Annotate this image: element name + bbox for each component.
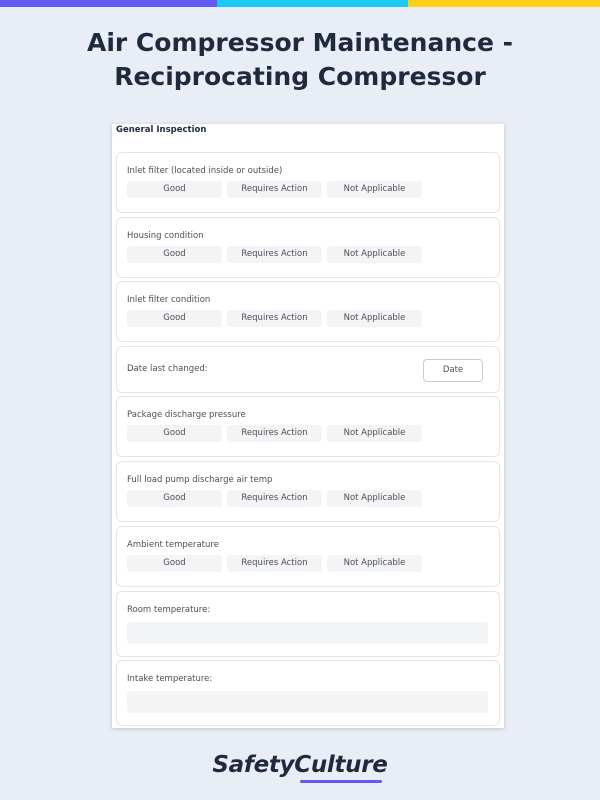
option-not-applicable[interactable]: Not Applicable (327, 310, 422, 327)
question-date-last-changed: Date last changed: Date (116, 346, 500, 393)
question-label: Room temperature: (127, 605, 211, 615)
option-good[interactable]: Good (127, 181, 222, 198)
option-not-applicable[interactable]: Not Applicable (327, 555, 422, 572)
question-package-discharge-pressure: Package discharge pressure Good Requires… (116, 396, 500, 457)
option-good[interactable]: Good (127, 246, 222, 263)
question-room-temperature: Room temperature: (116, 591, 500, 657)
inspection-form: General Inspection Inlet filter (located… (112, 124, 504, 728)
response-options: Good Requires Action Not Applicable (127, 310, 422, 327)
option-requires-action[interactable]: Requires Action (227, 181, 322, 198)
room-temperature-input[interactable] (127, 622, 488, 644)
option-good[interactable]: Good (127, 490, 222, 507)
question-inlet-filter: Inlet filter (located inside or outside)… (116, 152, 500, 213)
option-good[interactable]: Good (127, 310, 222, 327)
option-not-applicable[interactable]: Not Applicable (327, 181, 422, 198)
question-ambient-temperature: Ambient temperature Good Requires Action… (116, 526, 500, 587)
top-color-bar (0, 0, 600, 7)
response-options: Good Requires Action Not Applicable (127, 490, 422, 507)
response-options: Good Requires Action Not Applicable (127, 246, 422, 263)
question-inlet-filter-condition: Inlet filter condition Good Requires Act… (116, 281, 500, 342)
question-label: Inlet filter condition (127, 295, 211, 305)
option-not-applicable[interactable]: Not Applicable (327, 246, 422, 263)
response-options: Good Requires Action Not Applicable (127, 425, 422, 442)
question-label: Intake temperature: (127, 674, 213, 684)
section-title: General Inspection (116, 125, 207, 135)
page-title: Air Compressor Maintenance - Reciprocati… (86, 28, 513, 91)
option-not-applicable[interactable]: Not Applicable (327, 425, 422, 442)
question-label: Inlet filter (located inside or outside) (127, 166, 283, 176)
question-label: Full load pump discharge air temp (127, 475, 273, 485)
option-good[interactable]: Good (127, 555, 222, 572)
question-label: Package discharge pressure (127, 410, 246, 420)
question-intake-temperature: Intake temperature: (116, 660, 500, 726)
brand-logo: SafetyCulture (212, 752, 388, 778)
question-housing-condition: Housing condition Good Requires Action N… (116, 217, 500, 278)
top-bar-purple (0, 0, 217, 7)
response-options: Good Requires Action Not Applicable (127, 555, 422, 572)
date-picker-button[interactable]: Date (423, 359, 483, 382)
question-full-load-pump-discharge-air-temp: Full load pump discharge air temp Good R… (116, 461, 500, 522)
option-requires-action[interactable]: Requires Action (227, 555, 322, 572)
option-requires-action[interactable]: Requires Action (227, 310, 322, 327)
option-not-applicable[interactable]: Not Applicable (327, 490, 422, 507)
option-good[interactable]: Good (127, 425, 222, 442)
intake-temperature-input[interactable] (127, 691, 488, 713)
option-requires-action[interactable]: Requires Action (227, 490, 322, 507)
option-requires-action[interactable]: Requires Action (227, 425, 322, 442)
option-requires-action[interactable]: Requires Action (227, 246, 322, 263)
top-bar-cyan (217, 0, 408, 7)
brand-logo-underline (300, 780, 382, 783)
response-options: Good Requires Action Not Applicable (127, 181, 422, 198)
top-bar-yellow (408, 0, 600, 7)
question-label: Ambient temperature (127, 540, 219, 550)
question-label: Date last changed: (127, 364, 208, 374)
question-label: Housing condition (127, 231, 204, 241)
